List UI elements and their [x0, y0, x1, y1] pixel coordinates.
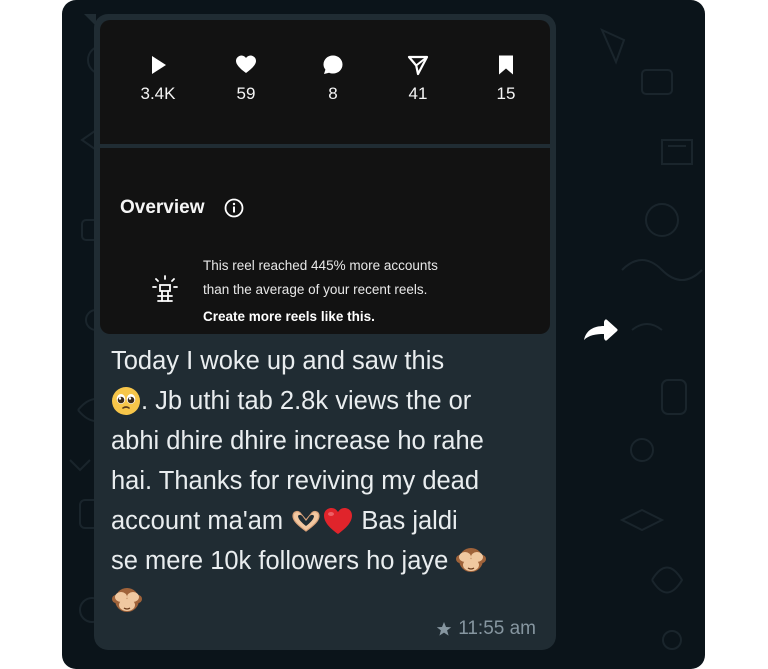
- star-icon: [436, 622, 452, 636]
- message-line: hai. Thanks for reviving my dead: [111, 467, 480, 495]
- stat-value: 3.4K: [140, 84, 176, 103]
- see-no-evil-monkey-emoji-icon: [456, 548, 487, 572]
- share-icon: [407, 55, 429, 76]
- tip-text-line-1: This reel reached 445% more accounts: [203, 258, 438, 273]
- message-line: account ma'am: [111, 507, 284, 535]
- message-text: Today I woke up and saw this . Jb uthi t…: [111, 341, 541, 621]
- stat-plays: 3.4K: [118, 54, 198, 104]
- reel-stats-row: 3.4K 59 8 41 15: [100, 20, 550, 148]
- message-line: abhi dhire dhire increase ho rahe: [111, 427, 484, 455]
- message-line: Bas jaldi: [361, 507, 458, 535]
- heart-hands-emoji-icon: [292, 510, 320, 532]
- overview-title: Overview: [120, 197, 205, 218]
- pleading-face-emoji-icon: [112, 387, 140, 415]
- stat-likes: 59: [206, 54, 286, 104]
- info-icon[interactable]: [224, 198, 244, 218]
- play-icon: [152, 56, 166, 74]
- message-line: Today I woke up and saw this: [111, 347, 445, 375]
- stat-value: 59: [236, 84, 256, 103]
- message-meta: 11:55 am: [436, 618, 536, 640]
- stat-comments: 8: [293, 54, 373, 104]
- insights-screenshot[interactable]: 3.4K 59 8 41 15 Overview This reel reach…: [100, 20, 550, 334]
- comment-icon: [323, 55, 343, 74]
- message-line: . Jb uthi tab 2.8k views the or: [141, 387, 472, 415]
- stat-value: 8: [328, 84, 338, 103]
- red-heart-emoji-icon: [324, 508, 353, 534]
- message-timestamp: 11:55 am: [458, 618, 536, 639]
- create-more-reels-link[interactable]: Create more reels like this.: [203, 309, 375, 324]
- see-no-evil-monkey-emoji-icon: [112, 588, 142, 612]
- lightbulb-icon: [152, 275, 178, 302]
- stat-shares: 41: [378, 54, 458, 104]
- forward-icon[interactable]: [580, 318, 620, 344]
- stat-value: 41: [408, 84, 428, 103]
- message-bubble[interactable]: 3.4K 59 8 41 15 Overview This reel reach…: [94, 14, 556, 650]
- bookmark-icon: [499, 55, 513, 75]
- message-line: se mere 10k followers ho jaye: [111, 547, 449, 575]
- tip-text-line-2: than the average of your recent reels.: [203, 282, 428, 297]
- stat-value: 15: [496, 84, 516, 103]
- heart-icon: [236, 55, 256, 73]
- stat-saves: 15: [466, 54, 546, 104]
